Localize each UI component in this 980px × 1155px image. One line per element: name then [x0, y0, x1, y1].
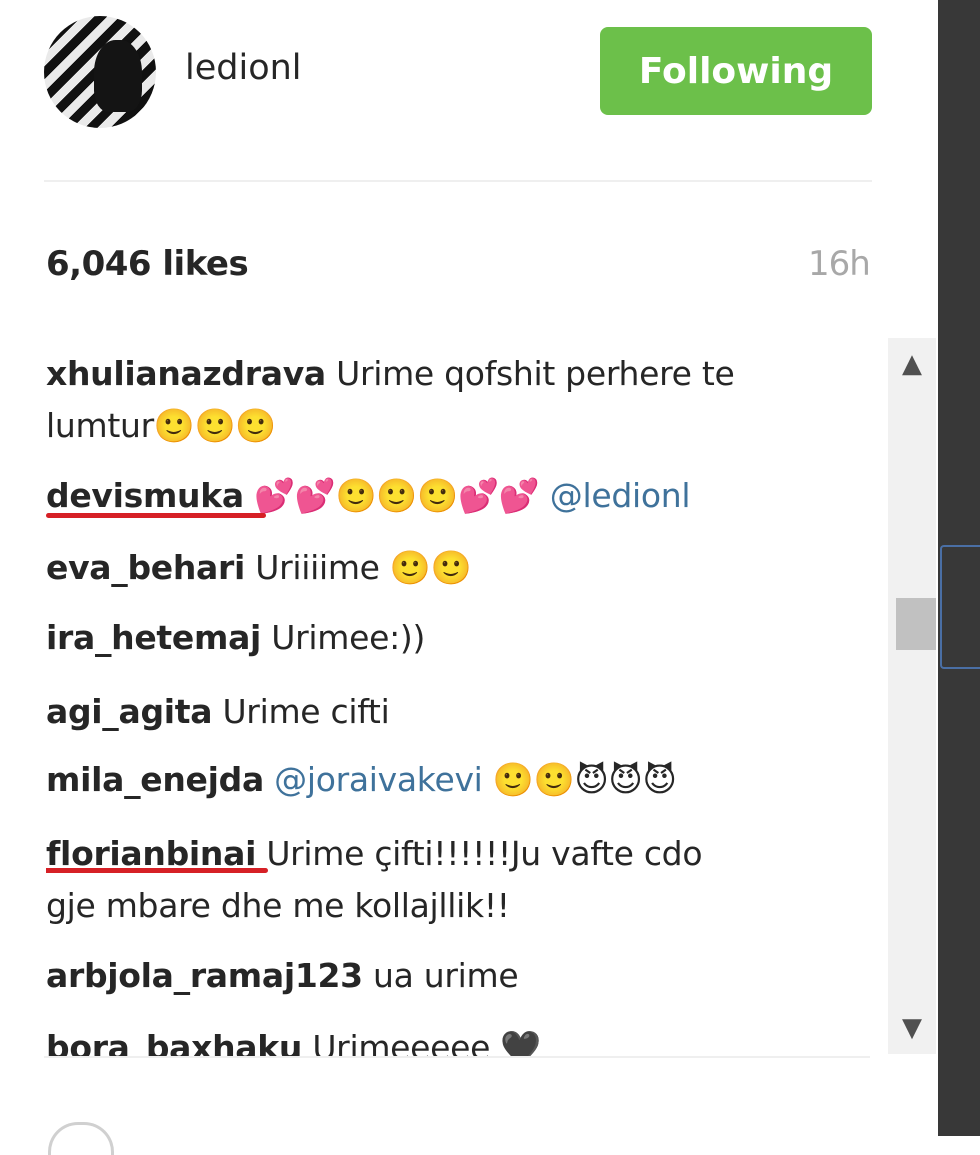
heart-icon[interactable] — [48, 1122, 114, 1155]
comment-username[interactable]: mila_enejda — [46, 760, 264, 799]
comment-text: 💕💕🙂🙂🙂💕💕 — [243, 476, 550, 515]
comment-mention[interactable]: @joraivakevi — [274, 760, 483, 799]
comment-username[interactable]: arbjola_ramaj123 — [46, 956, 363, 995]
comments-scrollbar[interactable]: ▲ ▼ — [888, 338, 936, 1054]
comment-text: 🙂🙂😈😈😈 — [482, 760, 677, 799]
comment-username[interactable]: agi_agita — [46, 692, 213, 731]
following-button[interactable]: Following — [600, 27, 872, 115]
comment-item: eva_behari Uriiiime 🙂🙂 — [46, 542, 876, 594]
avatar[interactable] — [44, 16, 156, 128]
comment-mention[interactable]: @ledionl — [550, 476, 691, 515]
comment-text: Urime qofshit perhere te — [336, 354, 735, 393]
comment-text-continued: lumtur🙂🙂🙂 — [46, 406, 277, 445]
comment-item: bora_baxhaku Urimeeeee 🖤 — [46, 1022, 876, 1058]
post-panel: ledionl Following 6,046 likes 16h xhulia… — [0, 0, 938, 1155]
comments-list[interactable]: xhulianazdrava Urime qofshit perhere te … — [46, 338, 876, 1058]
comment-username[interactable]: eva_behari — [46, 548, 245, 587]
comment-item: xhulianazdrava Urime qofshit perhere te … — [46, 348, 876, 452]
scroll-up-arrow-icon[interactable]: ▲ — [888, 338, 936, 390]
comment-text: Urime cifti — [222, 692, 390, 731]
header-divider — [44, 180, 872, 182]
comment-item: ira_hetemaj Urimee:)) — [46, 612, 876, 664]
comment-text: Uriiiime 🙂🙂 — [255, 548, 472, 587]
avatar-figure — [94, 40, 142, 112]
comment-item: agi_agita Urime cifti — [46, 686, 876, 738]
post-author-username[interactable]: ledionl — [185, 48, 302, 88]
red-underline-annotation — [46, 513, 266, 518]
comment-username[interactable]: devismuka — [46, 476, 244, 515]
comment-username[interactable]: ira_hetemaj — [46, 618, 261, 657]
red-underline-annotation — [46, 868, 268, 873]
comment-username[interactable]: xhulianazdrava — [46, 354, 326, 393]
comment-item: arbjola_ramaj123 ua urime — [46, 950, 876, 1002]
post-timestamp[interactable]: 16h — [808, 244, 871, 284]
likes-count[interactable]: 6,046 likes — [46, 244, 249, 284]
comment-text: Urimee:)) — [271, 618, 426, 657]
comment-text: Urimeeeee 🖤 — [312, 1028, 542, 1058]
comment-username[interactable]: bora_baxhaku — [46, 1028, 302, 1058]
lightbox-backdrop[interactable] — [938, 0, 980, 1136]
comment-item: florianbinai Urime çifti!!!!!!Ju vafte c… — [46, 828, 876, 932]
comments-divider — [44, 1056, 870, 1058]
comment-text: ua urime — [373, 956, 519, 995]
scrollbar-thumb[interactable] — [896, 598, 936, 650]
comment-text: Urime çifti!!!!!!Ju vafte cdo — [266, 834, 703, 873]
comment-item: mila_enejda @joraivakevi 🙂🙂😈😈😈 — [46, 754, 876, 806]
scroll-down-arrow-icon[interactable]: ▼ — [888, 1002, 936, 1054]
comment-text-continued: gje mbare dhe me kollajllik!! — [46, 886, 510, 925]
next-arrow-icon[interactable] — [940, 545, 980, 669]
